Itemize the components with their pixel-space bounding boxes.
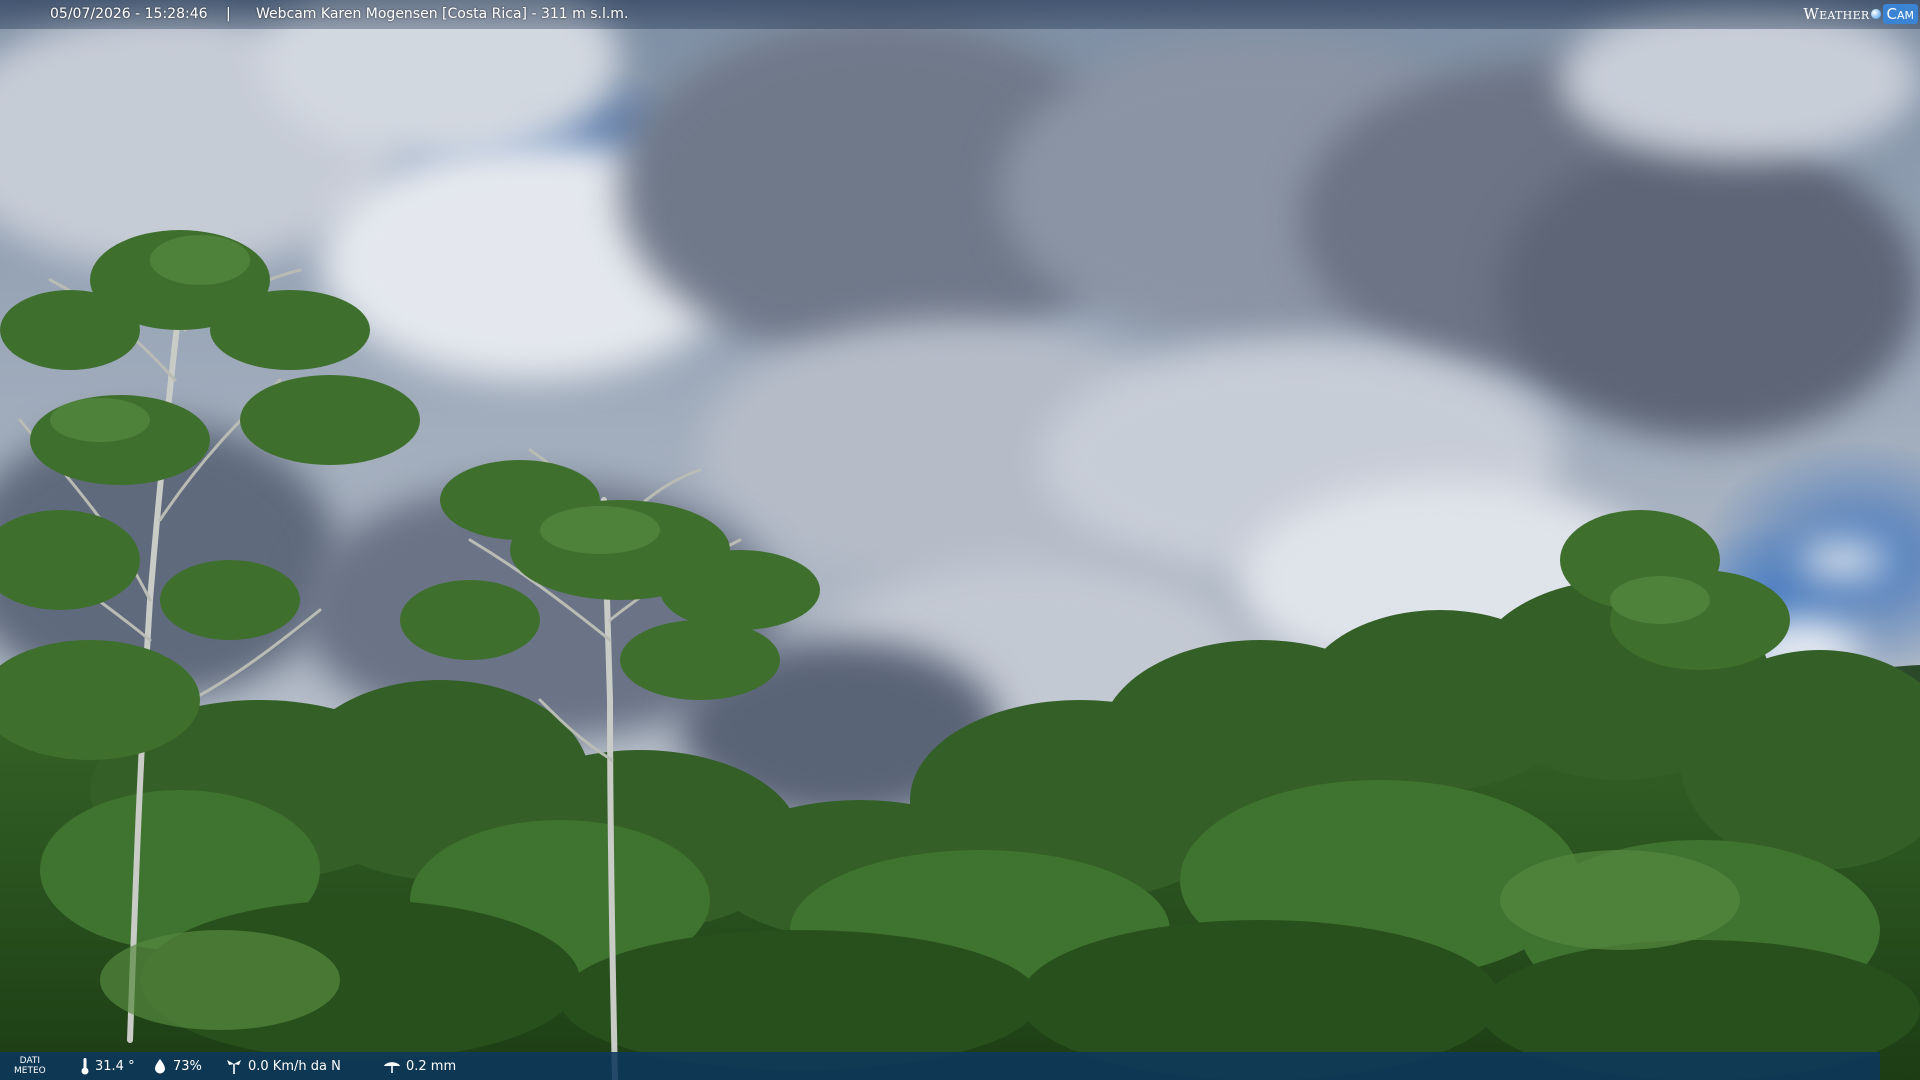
humidity-value: 73% xyxy=(173,1058,202,1074)
logo-weather-text: Weather xyxy=(1803,5,1870,23)
wind-reading: 0.0 Km/h da N xyxy=(225,1052,341,1080)
rain-value: 0.2 mm xyxy=(406,1058,457,1074)
webcam-title: Webcam Karen Mogensen [Costa Rica] - 311… xyxy=(256,6,629,22)
top-info-bar: 05/07/2026 - 15:28:46 | Webcam Karen Mog… xyxy=(0,0,1920,29)
meteo-label: DATI METEO xyxy=(14,1052,46,1080)
header-separator: | xyxy=(226,6,231,22)
wind-value: 0.0 Km/h da N xyxy=(248,1058,341,1074)
rain-reading: 0.2 mm xyxy=(383,1052,456,1080)
meteo-label-line2: METEO xyxy=(14,1066,46,1076)
meteo-label-line1: DATI xyxy=(19,1056,41,1066)
timestamp: 05/07/2026 - 15:28:46 xyxy=(50,6,208,22)
temperature-value: 31.4 ° xyxy=(95,1058,135,1074)
logo-cam-text: Cam xyxy=(1882,4,1918,24)
humidity-reading: 73% xyxy=(152,1052,202,1080)
humidity-icon xyxy=(155,1059,165,1074)
forest-canopy xyxy=(0,230,1920,1080)
weathercam-logo[interactable]: Weather Cam xyxy=(1803,2,1918,26)
thermometer-icon xyxy=(81,1058,89,1075)
webcam-image xyxy=(0,0,1920,1080)
logo-globe-icon xyxy=(1870,9,1881,19)
rain-icon xyxy=(384,1062,400,1073)
wind-icon xyxy=(227,1060,241,1074)
weather-data-bar: DATI METEO 31.4 ° 73% 0.0 Km/h da N 0.2 … xyxy=(0,1052,1880,1080)
temperature-reading: 31.4 ° xyxy=(80,1052,135,1080)
